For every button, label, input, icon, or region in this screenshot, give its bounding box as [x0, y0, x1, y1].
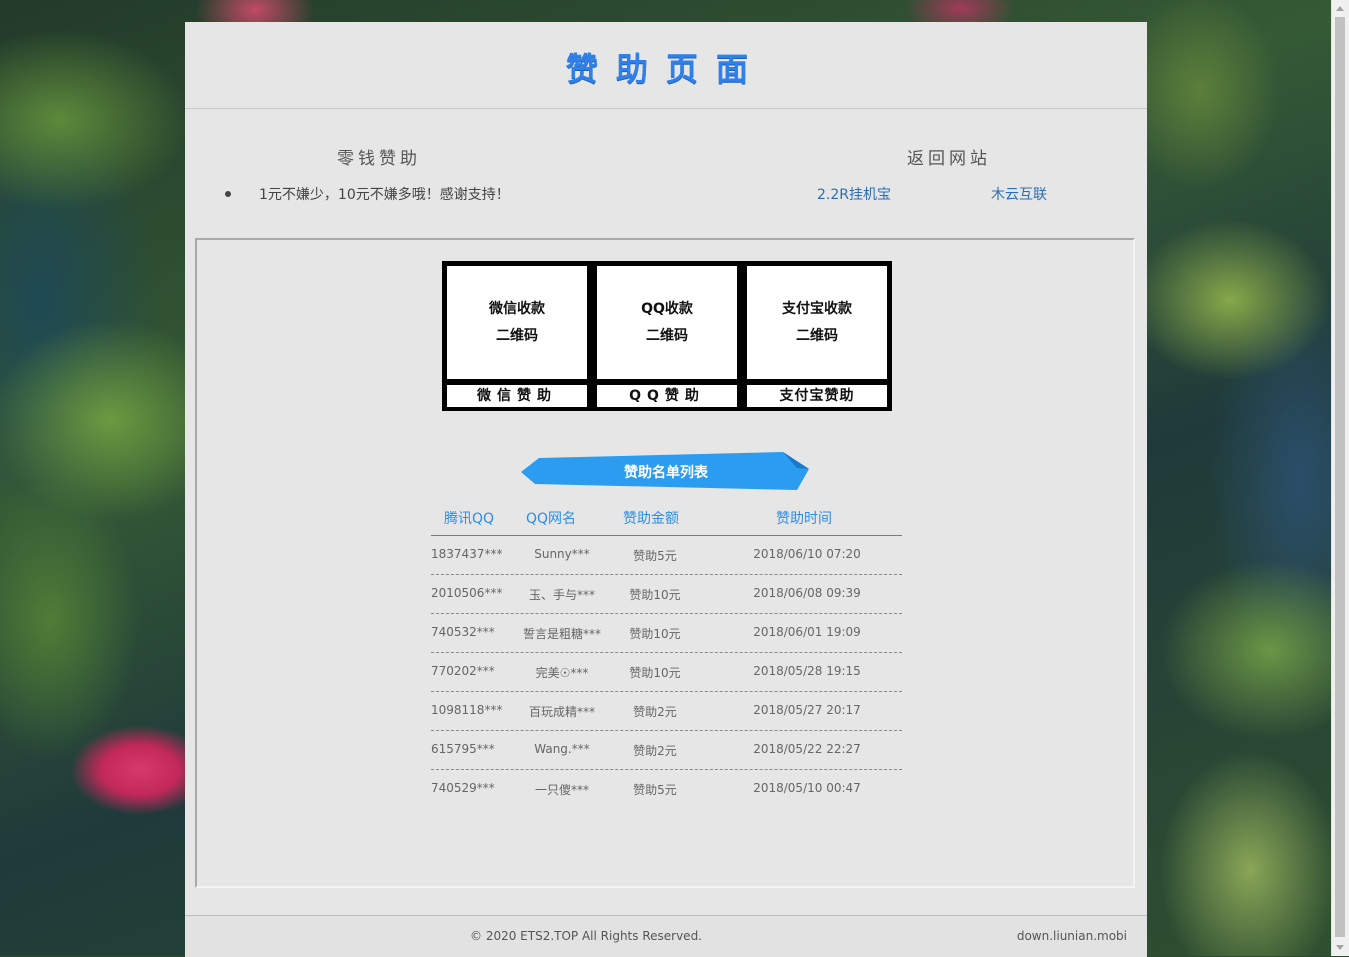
- alipay-qr-line2: 二维码: [796, 327, 838, 344]
- scroll-down-icon[interactable]: [1336, 945, 1344, 950]
- qq-donate-label[interactable]: QQ赞助: [597, 385, 737, 407]
- cell-time: 2018/06/10 07:20: [753, 547, 861, 561]
- wechat-qr-line2: 二维码: [496, 327, 538, 344]
- qq-qr-card: QQ收款 二维码: [597, 266, 737, 379]
- sponsor-table: 腾讯QQ QQ网名 赞助金额 赞助时间 1837437*** Sunny*** 赞助…: [431, 500, 902, 808]
- table-row: 740532*** 誓言是粗糖*** 赞助10元 2018/06/01 19:09: [431, 614, 902, 653]
- qq-qr-line2: 二维码: [646, 327, 688, 344]
- return-section-title: 返回网站: [907, 149, 991, 169]
- qq-qr-line1: QQ收款: [641, 300, 693, 317]
- table-header: 腾讯QQ QQ网名 赞助金额 赞助时间: [431, 500, 902, 536]
- wechat-qr-line1: 微信收款: [489, 300, 545, 317]
- cell-time: 2018/05/28 19:15: [753, 664, 861, 678]
- scroll-up-icon[interactable]: [1336, 6, 1344, 11]
- col-qq: 腾讯QQ: [444, 511, 495, 527]
- cell-nickname: 完美☉***: [535, 666, 589, 680]
- alipay-qr-card: 支付宝收款 二维码: [747, 266, 887, 379]
- col-time: 赞助时间: [776, 511, 832, 527]
- table-row: 740529*** 一只傻*** 赞助5元 2018/05/10 00:47: [431, 770, 902, 808]
- qr-code-group: 微信收款 二维码 微信赞助 QQ收款 二维码 QQ赞助 支付宝收款 二维码 支付…: [442, 261, 892, 411]
- cell-amount: 赞助5元: [633, 549, 677, 563]
- table-row: 2010506*** 玉、手与*** 赞助10元 2018/06/08 09:39: [431, 575, 902, 614]
- cell-amount: 赞助2元: [633, 744, 677, 758]
- col-amount: 赞助金额: [623, 511, 679, 527]
- table-row: 1837437*** Sunny*** 赞助5元 2018/06/10 07:20: [431, 536, 902, 575]
- cell-time: 2018/06/08 09:39: [753, 586, 861, 600]
- cell-qq: 615795***: [431, 742, 495, 756]
- donation-note: 1元不嫌少，10元不嫌多哦！感谢支持！: [225, 184, 510, 204]
- table-row: 770202*** 完美☉*** 赞助10元 2018/05/28 19:15: [431, 653, 902, 692]
- footer-domain: down.liunian.mobi: [1016, 929, 1127, 943]
- cell-qq: 1837437***: [431, 547, 503, 561]
- site-link-1[interactable]: 2.2R挂机宝: [817, 184, 891, 204]
- table-row: 615795*** Wang.*** 赞助2元 2018/05/22 22:27: [431, 731, 902, 770]
- copyright-text: © 2020 ETS2.TOP All Rights Reserved.: [470, 929, 702, 943]
- page-title: 赞助页面: [565, 50, 766, 88]
- cell-time: 2018/05/27 20:17: [753, 703, 861, 717]
- cell-nickname: 百玩成精***: [528, 705, 595, 719]
- donation-note-text: 1元不嫌少，10元不嫌多哦！感谢支持！: [259, 187, 510, 203]
- cell-qq: 770202***: [431, 664, 495, 678]
- cell-time: 2018/05/22 22:27: [753, 742, 861, 756]
- alipay-donate-label[interactable]: 支付宝赞助: [747, 385, 887, 407]
- page-header: 赞助页面: [185, 22, 1147, 109]
- cell-nickname: 一只傻***: [534, 783, 589, 797]
- cell-nickname: 誓言是粗糖***: [522, 627, 601, 641]
- cell-amount: 赞助2元: [633, 705, 677, 719]
- sponsor-list-banner: 赞助名单列表: [521, 452, 811, 490]
- cell-qq: 2010506***: [431, 586, 503, 600]
- vertical-scrollbar[interactable]: [1331, 0, 1349, 956]
- page-footer: © 2020 ETS2.TOP All Rights Reserved. dow…: [185, 915, 1147, 957]
- bullet-icon: [225, 191, 231, 197]
- cell-qq: 740532***: [431, 625, 495, 639]
- main-panel: 赞助页面 零钱赞助 返回网站 1元不嫌少，10元不嫌多哦！感谢支持！ 2.2R挂…: [185, 22, 1147, 957]
- cell-qq: 740529***: [431, 781, 495, 795]
- cell-nickname: Sunny***: [534, 547, 590, 561]
- table-row: 1098118*** 百玩成精*** 赞助2元 2018/05/27 20:17: [431, 692, 902, 731]
- cell-nickname: Wang.***: [534, 742, 590, 756]
- cell-amount: 赞助5元: [633, 783, 677, 797]
- alipay-qr-line1: 支付宝收款: [782, 300, 852, 317]
- wechat-qr-card: 微信收款 二维码: [447, 266, 587, 379]
- site-link-2[interactable]: 木云互联: [991, 184, 1047, 204]
- cell-amount: 赞助10元: [629, 588, 681, 602]
- scrollbar-thumb[interactable]: [1335, 17, 1345, 937]
- cell-qq: 1098118***: [431, 703, 503, 717]
- donation-section-title: 零钱赞助: [337, 149, 421, 169]
- cell-amount: 赞助10元: [629, 627, 681, 641]
- cell-nickname: 玉、手与***: [528, 588, 595, 602]
- col-nickname: QQ网名: [526, 511, 577, 527]
- cell-time: 2018/06/01 19:09: [753, 625, 861, 639]
- wechat-donate-label[interactable]: 微信赞助: [447, 385, 587, 407]
- cell-amount: 赞助10元: [629, 666, 681, 680]
- cell-time: 2018/05/10 00:47: [753, 781, 861, 795]
- banner-text: 赞助名单列表: [624, 465, 708, 481]
